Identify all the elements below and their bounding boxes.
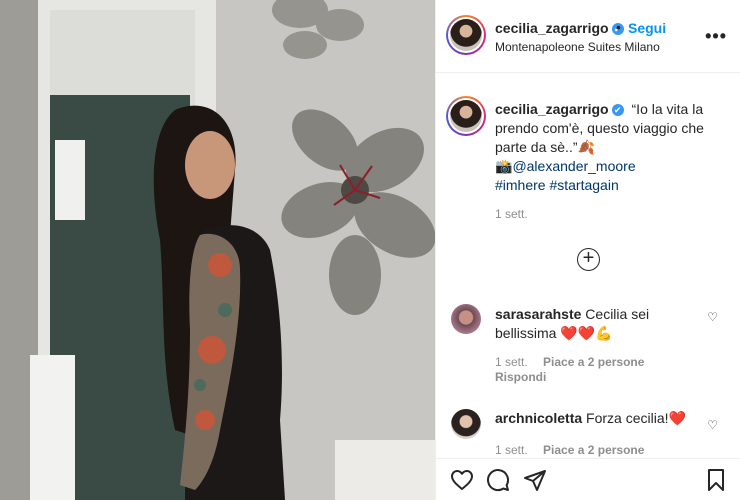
more-icon[interactable]: ••• xyxy=(705,26,727,47)
post-photo-image xyxy=(0,0,435,500)
post-header: cecilia_zagarrigo ✔ • Segui Montenapoleon… xyxy=(436,0,740,73)
load-more-comments-icon[interactable]: + xyxy=(577,248,600,271)
comment-body: Forza cecilia!❤️ xyxy=(586,410,686,426)
caption-mention-link[interactable]: @alexander_moore xyxy=(512,158,635,174)
post-photo[interactable] xyxy=(0,0,435,500)
comment-likes[interactable]: Piace a 2 persone xyxy=(543,443,644,457)
comment-meta: 1 sett. Piace a 2 persone xyxy=(495,443,656,457)
post-action-bar xyxy=(436,458,740,500)
comment-username[interactable]: archnicoletta xyxy=(495,410,582,426)
bookmark-icon[interactable] xyxy=(704,468,728,492)
comment-text: archnicoletta Forza cecilia!❤️ xyxy=(495,409,700,428)
comment-like-icon[interactable]: ♡ xyxy=(707,310,718,324)
comment-username[interactable]: sarasarahste xyxy=(495,306,581,322)
reply-button[interactable]: Rispondi xyxy=(495,370,546,384)
comment-timestamp[interactable]: 1 sett. xyxy=(495,443,528,457)
caption-author-avatar[interactable] xyxy=(446,96,486,136)
comment-icon[interactable] xyxy=(486,468,510,492)
comment-like-icon[interactable]: ♡ xyxy=(707,418,718,432)
caption-hashtags[interactable]: #imhere #startagain xyxy=(495,177,619,193)
camera-emoji: 📸 xyxy=(495,158,513,174)
follow-button[interactable]: Segui xyxy=(628,20,666,36)
caption-username[interactable]: cecilia_zagarrigo ✔ xyxy=(495,101,624,117)
author-avatar[interactable] xyxy=(446,15,486,55)
post-location[interactable]: Montenapoleone Suites Milano xyxy=(495,40,660,54)
author-username[interactable]: cecilia_zagarrigo ✔ xyxy=(495,20,624,36)
separator-dot: • xyxy=(616,19,621,35)
caption-text: cecilia_zagarrigo ✔ “Io la vita la prendo… xyxy=(495,100,725,195)
caption-timestamp[interactable]: 1 sett. xyxy=(495,207,528,221)
heart-icon[interactable] xyxy=(450,468,474,492)
paper-plane-icon[interactable] xyxy=(523,468,547,492)
comment-likes[interactable]: Piace a 2 persone xyxy=(543,355,644,369)
verified-badge-icon: ✔ xyxy=(611,104,624,116)
comment-text: sarasarahste Cecilia sei bellissima ❤️❤️… xyxy=(495,305,700,343)
comment-timestamp[interactable]: 1 sett. xyxy=(495,355,528,369)
comment-meta: 1 sett. Piace a 2 persone xyxy=(495,355,656,369)
comment-avatar[interactable] xyxy=(451,409,481,439)
comment-avatar[interactable] xyxy=(451,304,481,334)
post-sidebar: cecilia_zagarrigo ✔ • Segui Montenapoleon… xyxy=(435,0,740,500)
